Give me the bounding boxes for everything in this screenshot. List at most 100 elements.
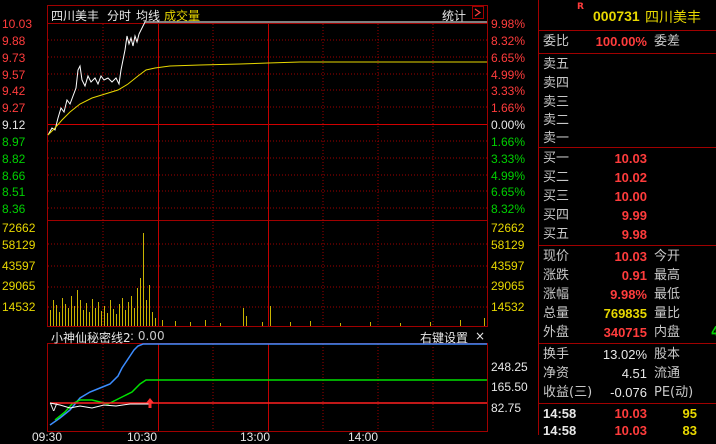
inner-disk-partial: 4 <box>711 325 716 340</box>
header-stock-name: 四川美丰 <box>51 9 100 23</box>
collapse-toggle[interactable] <box>472 6 484 19</box>
volume-bars <box>50 233 485 326</box>
tick-volume: 83 <box>682 423 697 438</box>
extra-row: 收益(三) -0.076 PE(动) <box>539 383 716 402</box>
up-arrow-icon <box>146 398 154 408</box>
volume-tick: 43597 <box>2 259 36 273</box>
quote-label: 涨幅 <box>543 287 570 302</box>
volume-tick: 14532 <box>2 300 36 314</box>
stock-name[interactable]: 四川美丰 <box>645 7 701 27</box>
time-tick: 13:00 <box>240 430 271 444</box>
tab-timeshare[interactable]: 分时 <box>107 7 131 24</box>
quote-panel: R 000731 四川美丰 委比 100.00% 委差 卖五 卖四 卖三 卖二 … <box>538 0 716 438</box>
indicator-close-icon[interactable]: × <box>475 329 485 343</box>
quote-row: 总量 769835 量比 <box>539 304 716 323</box>
quote-label-right: 量比 <box>654 306 681 321</box>
indicator-settings-button[interactable]: 右键设置 <box>420 329 468 346</box>
ask-row[interactable]: 卖一 <box>539 129 716 148</box>
quote-row: 外盘 340715 内盘 4 <box>539 323 716 342</box>
bid-price: 9.99 <box>621 208 647 223</box>
quote-label: 现价 <box>543 249 570 264</box>
price-tick: 8.82 <box>2 152 26 166</box>
bid-label: 买二 <box>543 170 570 185</box>
quote-value: 340715 <box>603 325 647 340</box>
quote-value: 10.03 <box>614 249 647 264</box>
bid-row[interactable]: 买二 10.02 <box>539 168 716 187</box>
stats-button[interactable]: 统计 <box>442 7 466 24</box>
extra-value: 13.02% <box>602 347 647 362</box>
percent-tick: 3.33% <box>491 152 526 166</box>
quote-row: 现价 10.03 今开 <box>539 247 716 266</box>
extra-row: 换手 13.02% 股本 <box>539 345 716 364</box>
bid-row[interactable]: 买三 10.00 <box>539 187 716 206</box>
badge-r: R <box>577 2 584 12</box>
percent-tick: 1.66% <box>491 101 526 115</box>
quote-row: 涨幅 9.98% 最低 <box>539 285 716 304</box>
price-line <box>47 21 487 136</box>
bid-row[interactable]: 买五 9.98 <box>539 225 716 244</box>
stock-code[interactable]: 000731 <box>593 8 640 24</box>
quote-value: 769835 <box>603 306 647 321</box>
bid-row[interactable]: 买一 10.03 <box>539 149 716 168</box>
quote-row: 涨跌 0.91 最高 <box>539 266 716 285</box>
bid-label: 买三 <box>543 189 570 204</box>
indicator-tick: 165.50 <box>491 380 528 394</box>
timeshare-chart[interactable]: V 四川美丰 分时 均线 成交量 统计 10.03 9.88 9.73 9.57… <box>0 0 538 443</box>
panel-divider <box>539 343 716 344</box>
percent-tick: 1.66% <box>491 135 526 149</box>
ask-label: 卖二 <box>543 113 570 128</box>
extra-label: 换手 <box>543 347 570 362</box>
percent-tick: 6.65% <box>491 185 526 199</box>
time-tick: 10:30 <box>127 430 158 444</box>
ask-row[interactable]: 卖二 <box>539 111 716 130</box>
price-tick: 9.42 <box>2 84 26 98</box>
indicator-tick: 248.25 <box>491 360 528 374</box>
bid-label: 买五 <box>543 227 570 242</box>
volume-tick: 58129 <box>2 238 36 252</box>
extra-value: -0.076 <box>610 385 647 400</box>
volume-tick: 43597 <box>491 259 525 273</box>
legend-average: 均线 <box>136 9 161 23</box>
percent-tick: 8.32% <box>491 202 526 216</box>
percent-tick: 4.99% <box>491 169 526 183</box>
percent-tick: 6.65% <box>491 51 526 65</box>
volume-tick: 72662 <box>2 221 36 235</box>
extra-label: 收益(三) <box>543 385 593 400</box>
extra-value: 4.51 <box>621 366 647 381</box>
ask-row[interactable]: 卖五 <box>539 55 716 74</box>
quote-label: 外盘 <box>543 325 570 340</box>
bid-price: 10.03 <box>614 151 647 166</box>
commission-row: 委比 100.00% 委差 <box>539 32 716 51</box>
tick-time: 14:58 <box>543 423 577 438</box>
indicator-title[interactable]: 小神仙秘密线2 <box>51 329 131 346</box>
ask-row[interactable]: 卖四 <box>539 74 716 93</box>
price-tick: 9.88 <box>2 34 26 48</box>
panel-divider <box>539 53 716 54</box>
ask-row[interactable]: 卖三 <box>539 93 716 112</box>
bid-price: 9.98 <box>621 227 647 242</box>
commission-ratio-label: 委比 <box>543 34 570 49</box>
volume-tick: 58129 <box>491 238 525 252</box>
price-tick: 9.12 <box>2 118 26 132</box>
indicator-green-line <box>54 379 487 421</box>
legend-volume: 成交量 <box>164 9 201 23</box>
bid-row[interactable]: 买四 9.99 <box>539 206 716 225</box>
ask-label: 卖四 <box>543 76 570 91</box>
volume-tick: 72662 <box>491 221 525 235</box>
bid-price: 10.00 <box>614 189 647 204</box>
quote-label-right: 今开 <box>654 249 681 264</box>
quote-label-right: 最高 <box>654 268 681 283</box>
percent-tick: 4.99% <box>491 68 526 82</box>
panel-divider <box>539 245 716 246</box>
percent-tick: 3.33% <box>491 84 526 98</box>
commission-ratio-value: 100.00% <box>595 34 647 49</box>
quote-value: 0.91 <box>621 268 647 283</box>
price-tick: 9.57 <box>2 68 26 82</box>
extra-label-right: 股本 <box>654 347 681 362</box>
tick-price: 10.03 <box>614 423 647 438</box>
indicator-frame <box>47 343 488 432</box>
volume-tick: 29065 <box>491 279 525 293</box>
percent-tick: 0.00% <box>491 118 526 132</box>
extra-label-right: 流通 <box>654 366 681 381</box>
chart-canvas: V <box>47 5 488 432</box>
